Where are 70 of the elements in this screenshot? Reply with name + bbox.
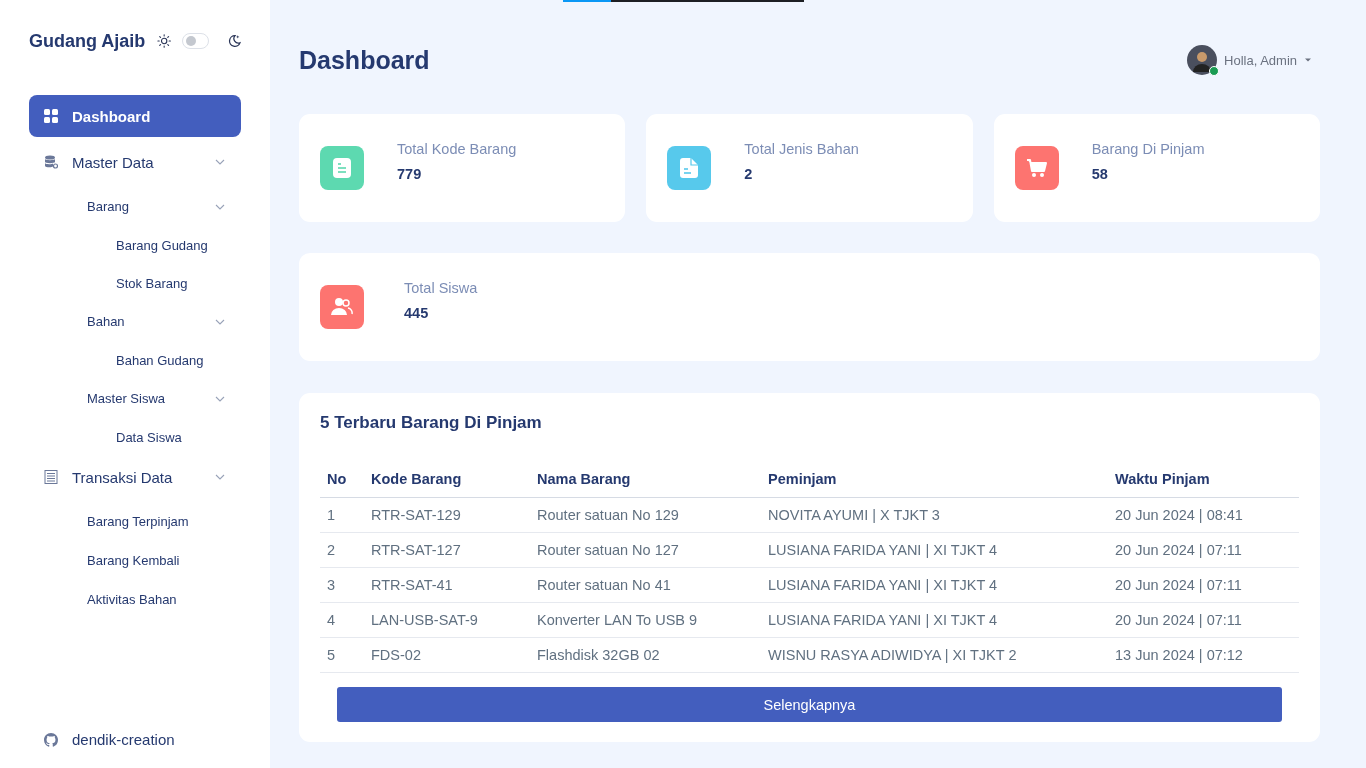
brand-title: Gudang Ajaib xyxy=(29,30,146,52)
cart-icon xyxy=(1025,158,1048,178)
document-icon xyxy=(332,157,352,179)
user-menu[interactable]: Holla, Admin xyxy=(1187,45,1320,75)
users-icon xyxy=(331,297,353,317)
stat-value: 58 xyxy=(1091,165,1109,182)
column-header: No xyxy=(320,471,364,498)
sidebar-subitem[interactable]: Stok Barang xyxy=(29,264,241,302)
stat-label: Total Kode Barang xyxy=(397,140,517,157)
stat-label: Barang Di Pinjam xyxy=(1091,140,1205,157)
stat-label: Total Jenis Bahan xyxy=(744,140,859,157)
github-link[interactable]: dendik-creation xyxy=(29,731,241,748)
database-icon xyxy=(44,155,58,169)
table-cell: LUSIANA FARIDA YANI | XI TJKT 4 xyxy=(761,567,1108,603)
table-cell: 1 xyxy=(320,497,364,533)
table-cell: FDS-02 xyxy=(364,637,530,673)
stat-label: Total Siswa xyxy=(404,279,478,296)
sidebar-subitem[interactable]: Master Siswa xyxy=(29,379,241,418)
table-cell: RTR-SAT-127 xyxy=(364,532,530,568)
sidebar-item[interactable]: Dashboard xyxy=(29,95,241,137)
column-header: Kode Barang xyxy=(364,471,530,498)
caret-icon xyxy=(1304,57,1312,63)
table-cell: Router satuan No 127 xyxy=(530,532,761,568)
table-cell: 20 Jun 2024 | 08:41 xyxy=(1108,497,1299,533)
document-list-icon xyxy=(44,470,58,484)
table-cell: 3 xyxy=(320,567,364,603)
table-cell: LUSIANA FARIDA YANI | XI TJKT 4 xyxy=(761,602,1108,638)
stat-value: 779 xyxy=(397,165,423,182)
table-cell: 13 Jun 2024 | 07:12 xyxy=(1108,637,1299,673)
table-cell: NOVITA AYUMI | X TJKT 3 xyxy=(761,497,1108,533)
sidebar-subitem[interactable]: Barang xyxy=(29,187,241,226)
sidebar-item[interactable]: Master Data xyxy=(29,141,241,183)
github-icon xyxy=(44,732,58,747)
grid-icon xyxy=(44,109,58,123)
table-cell: Flashdisk 32GB 02 xyxy=(530,637,761,673)
table-cell: 4 xyxy=(320,602,364,638)
theme-toggle[interactable] xyxy=(181,33,209,49)
table-cell: 20 Jun 2024 | 07:11 xyxy=(1108,567,1299,603)
stat-value: 2 xyxy=(744,165,754,182)
sidebar-subitem[interactable]: Barang Kembali xyxy=(29,541,241,580)
column-header: Nama Barang xyxy=(530,471,761,498)
sidebar-item[interactable]: Transaksi Data xyxy=(29,456,241,498)
sidebar-subitem[interactable]: Data Siswa xyxy=(29,418,241,456)
table-cell: RTR-SAT-41 xyxy=(364,567,530,603)
more-button[interactable]: Selengkapnya xyxy=(337,687,1282,722)
table-cell: Router satuan No 41 xyxy=(530,567,761,603)
page-title: Dashboard xyxy=(299,45,430,75)
sidebar-subitem[interactable]: Barang Terpinjam xyxy=(29,502,241,541)
table-cell: WISNU RASYA ADIWIDYA | XI TJKT 2 xyxy=(761,637,1108,673)
sidebar-subitem[interactable]: Barang Gudang xyxy=(29,226,241,264)
table-cell: Router satuan No 129 xyxy=(530,497,761,533)
table-cell: LAN-USB-SAT-9 xyxy=(364,602,530,638)
column-header: Waktu Pinjam xyxy=(1108,471,1299,498)
table-cell: 20 Jun 2024 | 07:11 xyxy=(1108,602,1299,638)
column-header: Peminjam xyxy=(761,471,1108,498)
avatar-silhouette-icon xyxy=(1187,45,1217,75)
table-cell: 2 xyxy=(320,532,364,568)
table-cell: 20 Jun 2024 | 07:11 xyxy=(1108,532,1299,568)
sidebar-subitem[interactable]: Bahan Gudang xyxy=(29,341,241,379)
table-cell: Konverter LAN To USB 9 xyxy=(530,602,761,638)
table-cell: RTR-SAT-129 xyxy=(364,497,530,533)
file-icon xyxy=(679,157,700,179)
sidebar-subitem[interactable]: Bahan xyxy=(29,302,241,341)
stat-value: 445 xyxy=(404,304,430,321)
sidebar-subitem[interactable]: Aktivitas Bahan xyxy=(29,580,241,619)
table-cell: 5 xyxy=(320,637,364,673)
sun-icon xyxy=(157,33,172,49)
table-title: 5 Terbaru Barang Di Pinjam xyxy=(320,413,543,433)
moon-icon xyxy=(226,33,241,49)
table-cell: LUSIANA FARIDA YANI | XI TJKT 4 xyxy=(761,532,1108,568)
